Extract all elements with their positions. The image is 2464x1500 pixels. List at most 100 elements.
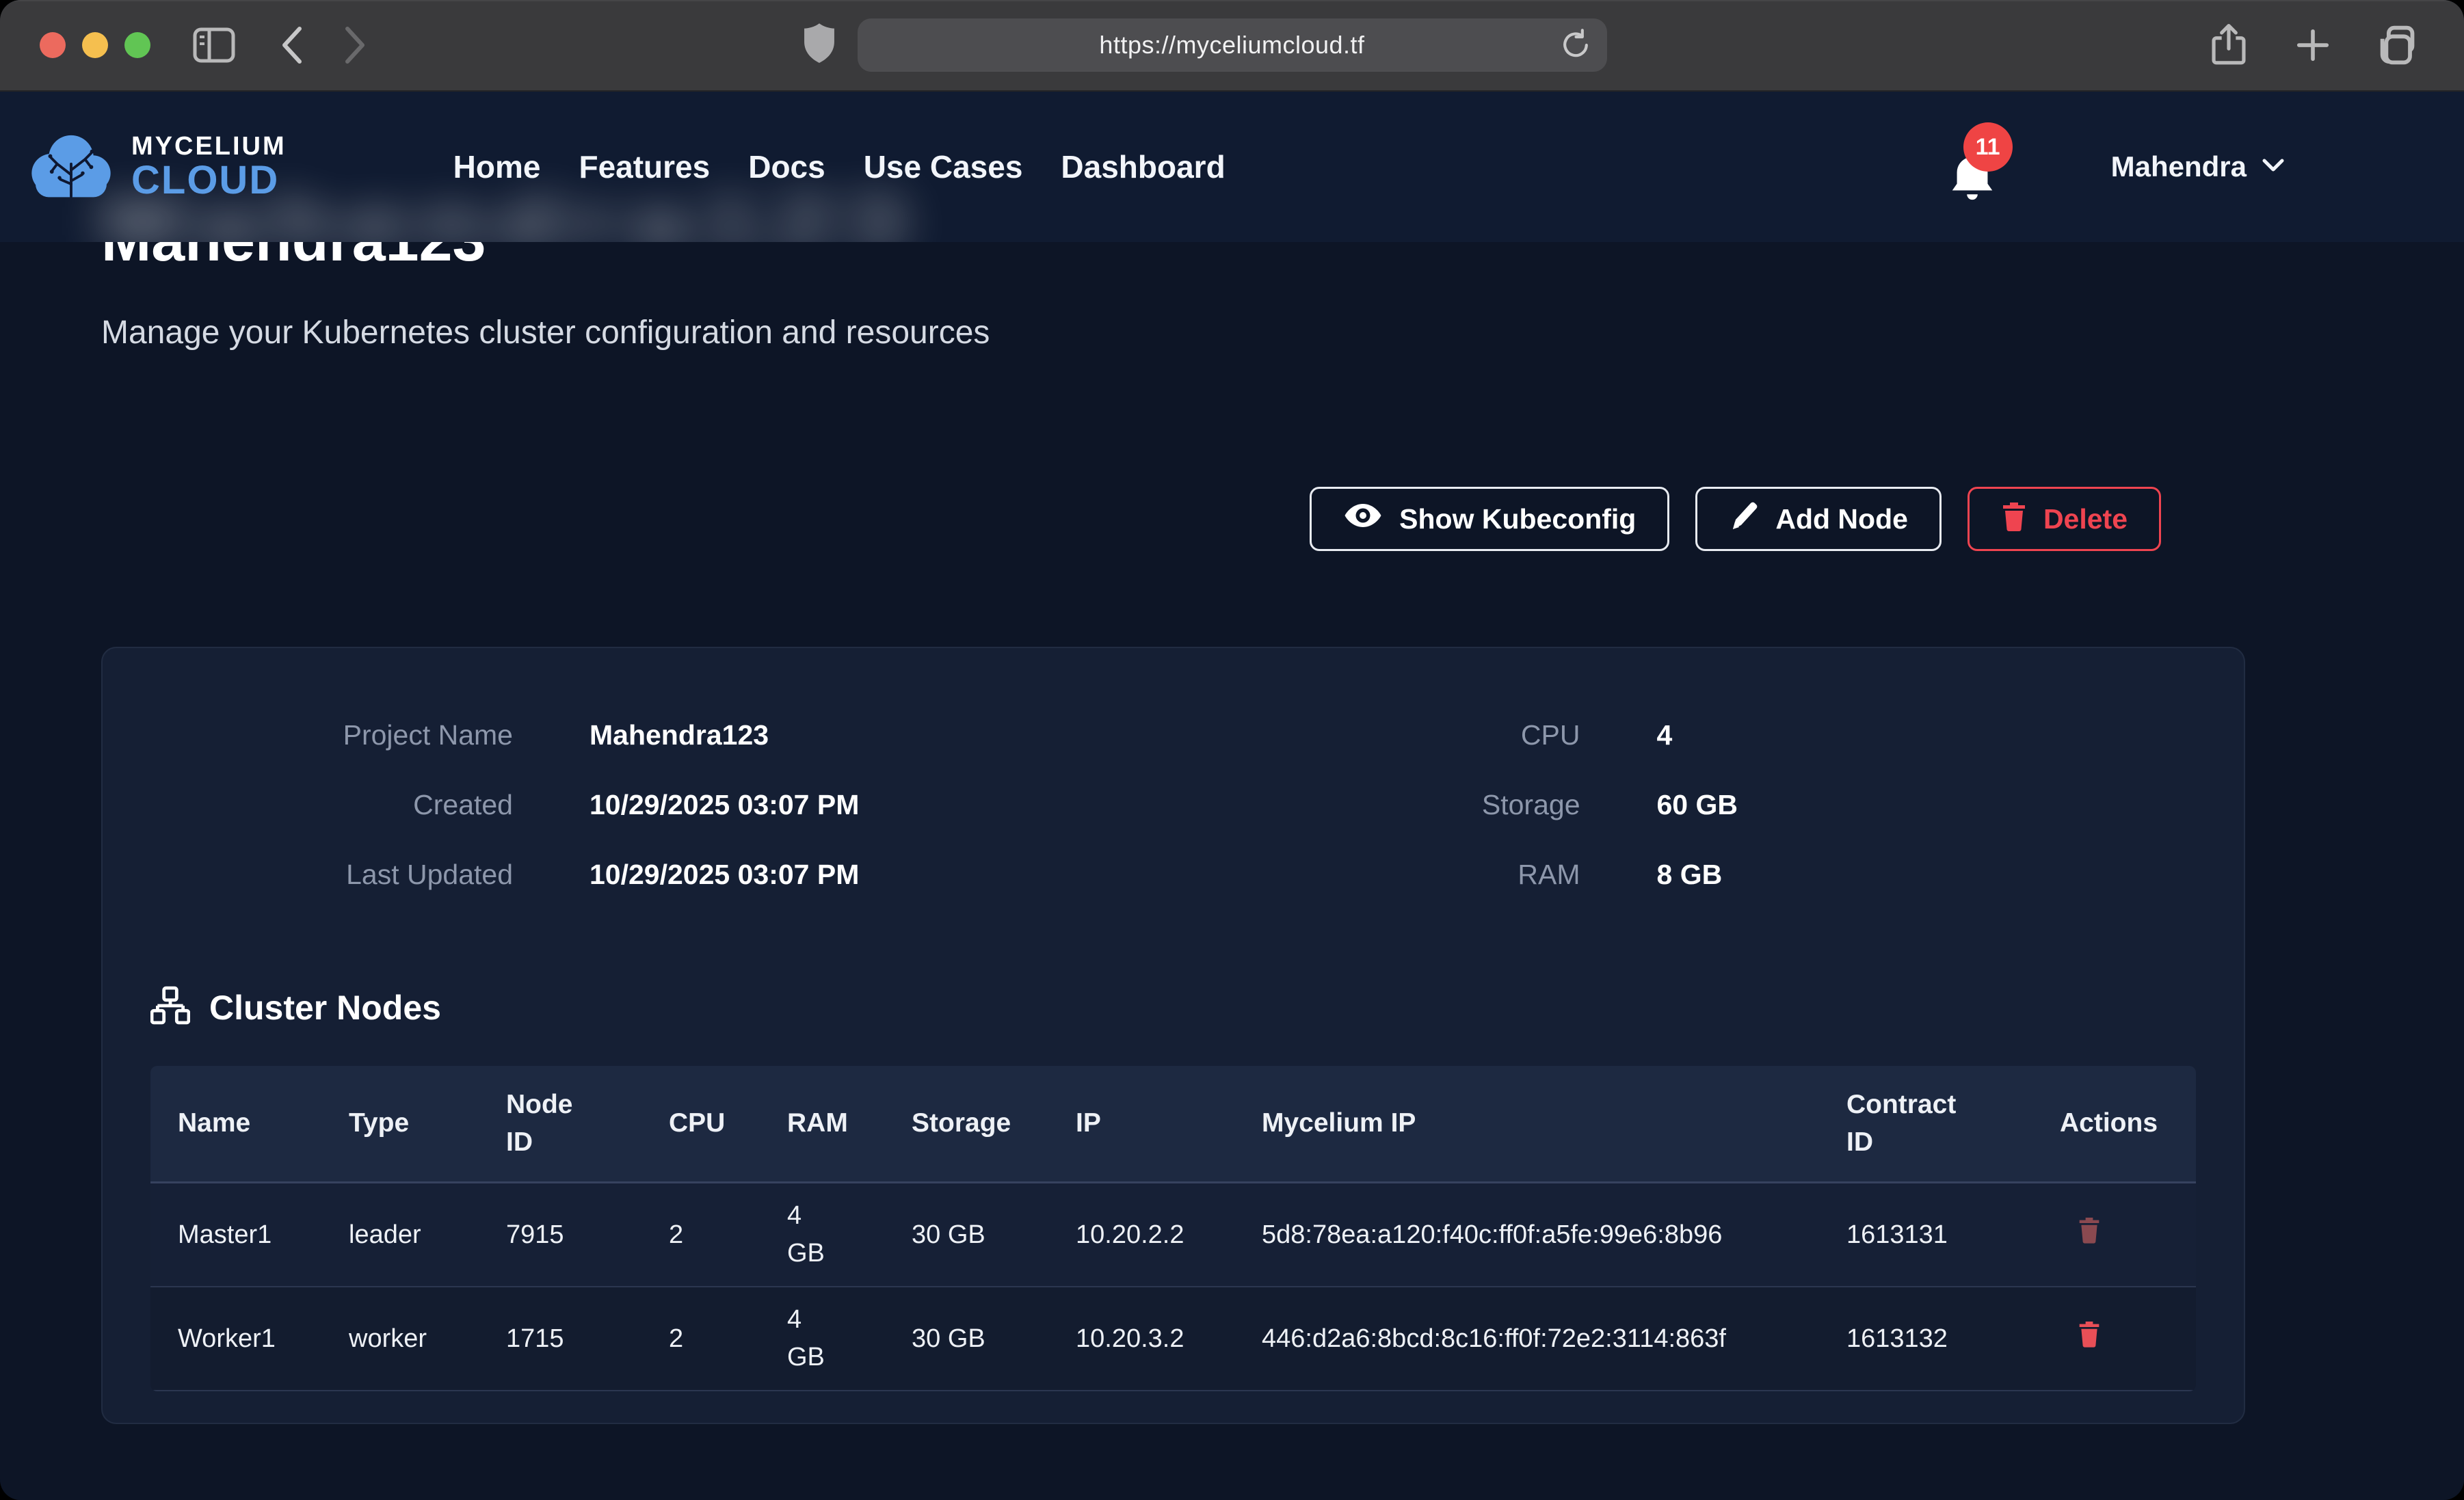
col-storage: Storage xyxy=(884,1066,1048,1183)
project-name-value: Mahendra123 xyxy=(589,719,1174,751)
nav-link-docs[interactable]: Docs xyxy=(748,148,825,185)
col-ram: RAM xyxy=(760,1066,884,1183)
delete-node-button[interactable] xyxy=(2078,1215,2101,1246)
project-name-label: Project Name xyxy=(150,719,513,751)
cell-actions xyxy=(2032,1183,2196,1287)
chevron-down-icon xyxy=(2262,158,2285,176)
last-updated-label: Last Updated xyxy=(150,859,513,891)
window-controls xyxy=(40,32,150,58)
new-tab-icon[interactable] xyxy=(2294,27,2331,64)
minimize-button[interactable] xyxy=(82,32,108,58)
add-node-button[interactable]: Add Node xyxy=(1695,487,1942,551)
nav-link-use-cases[interactable]: Use Cases xyxy=(864,148,1023,185)
mycelium-cloud-logo[interactable]: MYCELIUM CLOUD xyxy=(25,130,287,204)
col-contract-id: Contract ID xyxy=(1819,1066,2032,1183)
col-type: Type xyxy=(321,1066,479,1183)
browser-window: https://myceliumcloud.tf Mahendra123 Man… xyxy=(0,0,2464,1500)
info-row-cpu: CPU 4 xyxy=(1174,700,2197,770)
show-kubeconfig-label: Show Kubeconfig xyxy=(1399,503,1636,535)
nav-link-home[interactable]: Home xyxy=(453,148,541,185)
cell-ram: 4 GB xyxy=(760,1183,884,1287)
address-bar[interactable]: https://myceliumcloud.tf xyxy=(858,18,1607,72)
browser-chrome: https://myceliumcloud.tf xyxy=(0,0,2464,92)
reload-icon[interactable] xyxy=(1559,29,1592,62)
cell-cpu: 2 xyxy=(641,1183,760,1287)
col-ip: IP xyxy=(1048,1066,1234,1183)
cell-name: Worker1 xyxy=(150,1287,321,1391)
close-button[interactable] xyxy=(40,32,66,58)
cluster-nodes-title: Cluster Nodes xyxy=(209,988,441,1028)
sidebar-toggle-icon[interactable] xyxy=(193,27,235,63)
cluster-nodes-heading: Cluster Nodes xyxy=(150,986,2196,1029)
cell-mycelium-ip: 5d8:78ea:a120:f40c:ff0f:a5fe:99e6:8b96 xyxy=(1234,1183,1819,1287)
cell-storage: 30 GB xyxy=(884,1183,1048,1287)
info-row-ram: RAM 8 GB xyxy=(1174,840,2197,909)
project-info: Project Name Mahendra123 Created 10/29/2… xyxy=(150,700,2196,909)
cell-node-id: 1715 xyxy=(479,1287,641,1391)
col-node-id: Node ID xyxy=(479,1066,641,1183)
privacy-shield-icon[interactable] xyxy=(802,23,837,68)
tab-overview-icon[interactable] xyxy=(2379,25,2420,65)
notification-badge: 11 xyxy=(1963,122,2013,172)
trash-icon xyxy=(2001,500,2027,538)
user-menu[interactable]: Mahendra xyxy=(2111,150,2285,183)
eye-icon xyxy=(1343,502,1383,536)
delete-label: Delete xyxy=(2043,503,2128,535)
pencil-icon xyxy=(1729,499,1759,539)
storage-value: 60 GB xyxy=(1657,789,2197,821)
col-cpu: CPU xyxy=(641,1066,760,1183)
delete-node-button[interactable] xyxy=(2078,1319,2101,1350)
cell-cpu: 2 xyxy=(641,1287,760,1391)
info-row-created: Created 10/29/2025 03:07 PM xyxy=(150,770,1174,840)
col-name: Name xyxy=(150,1066,321,1183)
add-node-label: Add Node xyxy=(1775,503,1908,535)
created-label: Created xyxy=(150,789,513,821)
trash-icon xyxy=(2078,1319,2101,1348)
info-row-project-name: Project Name Mahendra123 xyxy=(150,700,1174,770)
back-icon[interactable] xyxy=(279,25,304,65)
cell-storage: 30 GB xyxy=(884,1287,1048,1391)
info-row-last-updated: Last Updated 10/29/2025 03:07 PM xyxy=(150,840,1174,909)
cell-type: worker xyxy=(321,1287,479,1391)
cell-ip: 10.20.2.2 xyxy=(1048,1183,1234,1287)
cell-ram: 4 GB xyxy=(760,1287,884,1391)
page: Mahendra123 Manage your Kubernetes clust… xyxy=(0,92,2464,1500)
cpu-label: CPU xyxy=(1174,719,1580,751)
notifications-button[interactable]: 11 xyxy=(1942,122,2003,211)
zoom-button[interactable] xyxy=(124,32,150,58)
page-subtitle: Manage your Kubernetes cluster configura… xyxy=(101,314,2464,351)
table-header-row: Name Type Node ID CPU RAM Storage IP Myc… xyxy=(150,1066,2196,1183)
table-row: Worker1 worker 1715 2 4 GB 30 GB 10.20.3… xyxy=(150,1287,2196,1391)
cluster-nodes-table: Name Type Node ID CPU RAM Storage IP Myc… xyxy=(150,1066,2196,1391)
nav-links: Home Features Docs Use Cases Dashboard xyxy=(453,148,1226,185)
cell-ip: 10.20.3.2 xyxy=(1048,1287,1234,1391)
nav-link-dashboard[interactable]: Dashboard xyxy=(1061,148,1225,185)
cluster-nodes-icon xyxy=(150,986,190,1029)
cell-actions xyxy=(2032,1287,2196,1391)
nav-link-features[interactable]: Features xyxy=(579,148,710,185)
cluster-actions: Show Kubeconfig Add Node Delete xyxy=(0,487,2161,551)
cell-type: leader xyxy=(321,1183,479,1287)
share-icon[interactable] xyxy=(2211,24,2247,66)
delete-cluster-button[interactable]: Delete xyxy=(1968,487,2161,551)
ram-label: RAM xyxy=(1174,859,1580,891)
cell-contract-id: 1613132 xyxy=(1819,1287,2032,1391)
info-row-storage: Storage 60 GB xyxy=(1174,770,2197,840)
table-row: Master1 leader 7915 2 4 GB 30 GB 10.20.2… xyxy=(150,1183,2196,1287)
cpu-value: 4 xyxy=(1657,719,2197,751)
last-updated-value: 10/29/2025 03:07 PM xyxy=(589,859,1174,891)
forward-icon[interactable] xyxy=(343,25,368,65)
top-navbar: Mahendra123 xyxy=(0,92,2464,242)
url-text: https://myceliumcloud.tf xyxy=(1099,31,1364,59)
user-name: Mahendra xyxy=(2111,150,2247,183)
show-kubeconfig-button[interactable]: Show Kubeconfig xyxy=(1310,487,1669,551)
cell-contract-id: 1613131 xyxy=(1819,1183,2032,1287)
col-mycelium-ip: Mycelium IP xyxy=(1234,1066,1819,1183)
trash-icon xyxy=(2078,1215,2101,1244)
col-actions: Actions xyxy=(2032,1066,2196,1183)
storage-label: Storage xyxy=(1174,789,1580,821)
cell-mycelium-ip: 446:d2a6:8bcd:8c16:ff0f:72e2:3114:863f xyxy=(1234,1287,1819,1391)
logo-text-line1: MYCELIUM xyxy=(131,133,287,159)
cell-name: Master1 xyxy=(150,1183,321,1287)
cluster-details-card: Project Name Mahendra123 Created 10/29/2… xyxy=(101,647,2245,1424)
